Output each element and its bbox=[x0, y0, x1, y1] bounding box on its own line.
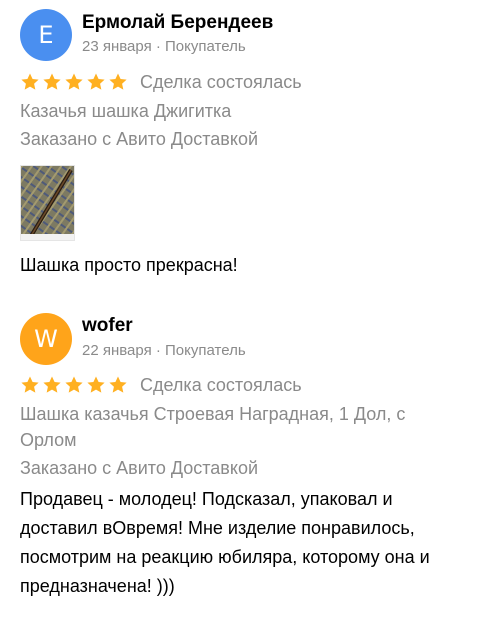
product-name-line: Шашка казачья Строевая Наградная, 1 Дол,… bbox=[20, 404, 406, 424]
review-photo[interactable] bbox=[20, 165, 75, 241]
star-icon bbox=[43, 73, 61, 90]
sword-photo-image bbox=[21, 166, 74, 240]
review-text-line: Продавец - молодец! Подсказал, упаковал … bbox=[20, 489, 393, 509]
star-icon bbox=[87, 376, 105, 393]
product-name: Казачья шашка Джигитка bbox=[20, 101, 232, 121]
rating-row: Сделка состоялась bbox=[20, 70, 302, 94]
avatar[interactable]: W bbox=[20, 313, 72, 365]
review-meta: 23 января · Покупатель bbox=[82, 38, 246, 55]
review-meta: 22 января · Покупатель bbox=[82, 342, 246, 359]
deal-status: Сделка состоялась bbox=[140, 374, 302, 395]
review-text-line: доставил вОвремя! Мне изделие понравилос… bbox=[20, 518, 415, 538]
delivery-note: Заказано с Авито Доставкой bbox=[20, 458, 259, 478]
product-name-line: Орлом bbox=[20, 430, 77, 450]
rating-row: Сделка состоялась bbox=[20, 373, 302, 397]
star-icon bbox=[21, 376, 39, 393]
star-icon bbox=[109, 376, 127, 393]
star-icon bbox=[109, 73, 127, 90]
star-icon bbox=[87, 73, 105, 90]
avatar-letter: W bbox=[34, 325, 58, 353]
deal-status: Сделка состоялась bbox=[140, 71, 302, 92]
avatar-letter: E bbox=[38, 21, 54, 49]
reviewer-name[interactable]: Ермолай Берендеев bbox=[82, 12, 273, 34]
review-text-line: посмотрим на реакцию юбиляра, которому о… bbox=[20, 547, 430, 567]
star-icon bbox=[65, 73, 83, 90]
review-text: Шашка просто прекрасна! bbox=[20, 255, 238, 275]
star-icon bbox=[43, 376, 61, 393]
delivery-note: Заказано с Авито Доставкой bbox=[20, 129, 259, 149]
review-text-line: предназначена! ))) bbox=[20, 576, 175, 596]
avatar[interactable]: E bbox=[20, 9, 72, 61]
star-icon bbox=[65, 376, 83, 393]
reviewer-name[interactable]: wofer bbox=[82, 315, 133, 337]
star-icon bbox=[21, 73, 39, 90]
